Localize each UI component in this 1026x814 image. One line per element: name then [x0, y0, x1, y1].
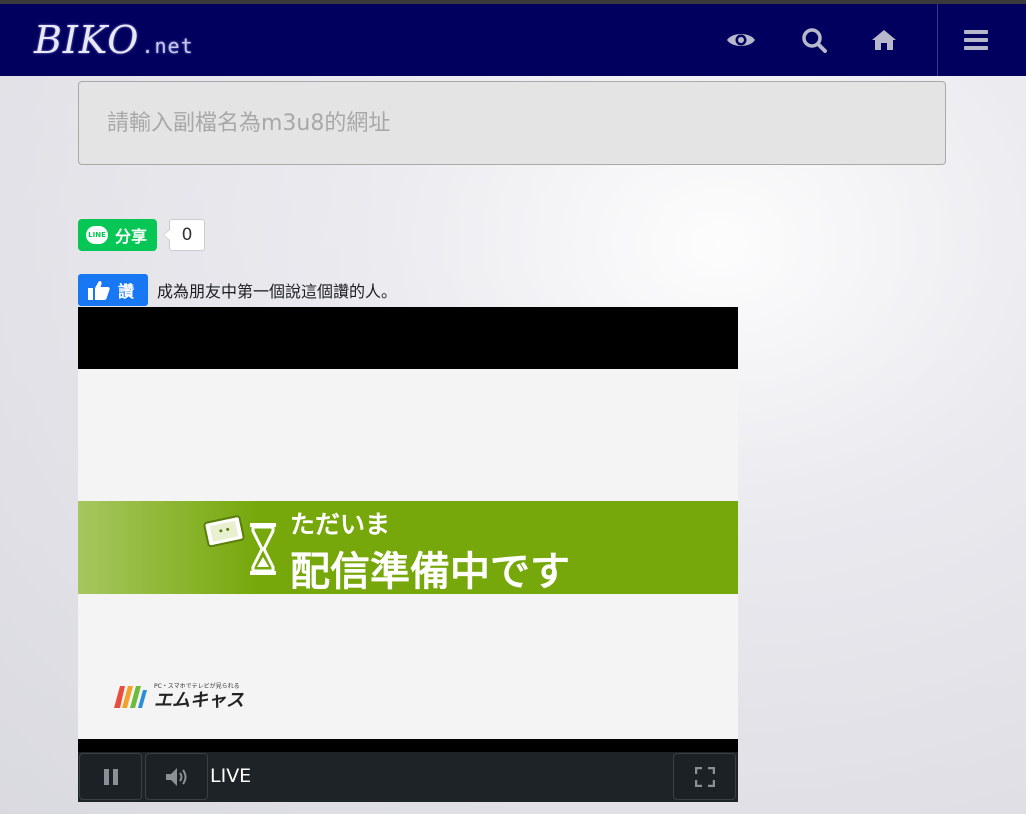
player-control-bar: LIVE	[78, 752, 738, 802]
eye-icon[interactable]	[725, 24, 757, 56]
pause-button[interactable]	[79, 753, 142, 800]
tv-icon	[203, 515, 245, 548]
line-share-button[interactable]: LINE 分享	[78, 219, 158, 251]
logo-text: BIKO	[34, 18, 140, 62]
search-icon[interactable]	[798, 24, 830, 56]
facebook-like-label: 讚	[118, 282, 135, 301]
site-logo[interactable]: BIKO .net	[34, 18, 194, 62]
facebook-like-button[interactable]: 讚	[78, 274, 149, 306]
line-logo-icon: LINE	[86, 226, 108, 244]
brand-name: エムキャス	[154, 690, 244, 711]
logo-suffix: .net	[141, 34, 194, 58]
fullscreen-icon	[694, 766, 715, 787]
video-frame[interactable]: ただいま 配信準備中です PC・スマホでテレビが見られる エムキャス	[78, 369, 738, 739]
line-share-count: 0	[163, 219, 206, 251]
menu-icon[interactable]	[960, 24, 992, 56]
m3u8-url-input[interactable]	[79, 82, 945, 164]
nav-separator	[937, 4, 938, 76]
facebook-social-text: 成為朋友中第一個說這個讚的人。	[157, 282, 398, 301]
banner-line1: ただいま	[290, 510, 391, 539]
standby-banner: ただいま 配信準備中です	[78, 501, 738, 594]
live-indicator: LIVE	[210, 765, 252, 787]
video-player[interactable]: ただいま 配信準備中です PC・スマホでテレビが見られる エムキャス LIVE	[78, 307, 738, 802]
volume-button[interactable]	[145, 753, 208, 800]
volume-icon	[165, 767, 186, 786]
line-share-label: 分享	[115, 227, 148, 246]
mcas-logo-icon	[114, 686, 147, 708]
brand-text: PC・スマホでテレビが見られる エムキャス	[154, 683, 244, 711]
navbar: BIKO .net	[0, 4, 1026, 76]
url-input-container	[78, 81, 946, 165]
fullscreen-button[interactable]	[673, 753, 736, 800]
banner-line2: 配信準備中です	[290, 549, 570, 594]
hourglass-icon	[250, 523, 276, 575]
facebook-like-widget: 讚 成為朋友中第一個說這個讚的人。	[78, 274, 397, 306]
line-share-widget: LINE 分享 0	[78, 219, 206, 251]
thumbs-up-icon	[88, 281, 110, 300]
pause-icon	[103, 768, 118, 785]
mcas-brand: PC・スマホでテレビが見られる エムキャス	[112, 683, 244, 711]
home-icon[interactable]	[868, 24, 900, 56]
